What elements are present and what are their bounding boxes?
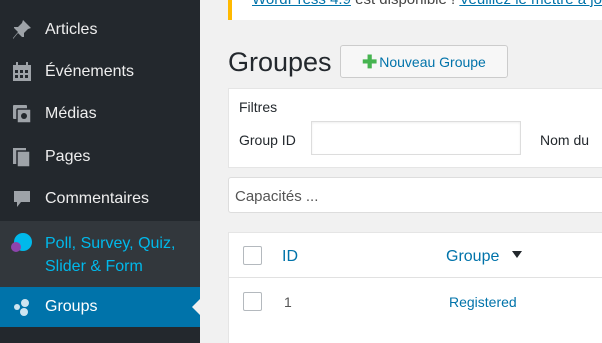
sidebar-item-label: Événements: [45, 63, 134, 80]
admin-sidebar: Articles Événements Médias Pages Comment…: [0, 0, 200, 343]
poll-survey-icon: [10, 231, 34, 255]
pushpin-icon: [10, 18, 34, 42]
filters-panel: Filtres Group ID Nom du: [228, 88, 602, 168]
column-header-group[interactable]: Groupe: [446, 248, 499, 266]
sidebar-item-label: Commentaires: [45, 190, 150, 207]
page-title: Groupes: [228, 47, 332, 77]
sidebar-item-label: Médias: [45, 105, 97, 122]
new-group-button[interactable]: ✚ Nouveau Groupe: [340, 45, 508, 78]
sort-desc-icon: [512, 251, 522, 258]
plus-icon: ✚: [362, 51, 378, 72]
comment-icon: [10, 187, 34, 211]
sidebar-item-commentaires[interactable]: Commentaires: [0, 178, 200, 220]
row-group-link[interactable]: Registered: [449, 294, 517, 310]
calendar-icon: [10, 60, 34, 84]
group-id-label: Group ID: [239, 132, 296, 148]
update-notice: WordPress 4.9 est disponible ! Veuillez …: [228, 0, 602, 20]
sidebar-item-evenements[interactable]: Événements: [0, 51, 200, 93]
update-now-link[interactable]: Veuillez le mettre à jour: [459, 0, 602, 8]
capabilities-input[interactable]: Capacités ...: [228, 177, 602, 213]
sidebar-item-label: Pages: [45, 148, 91, 165]
groups-table: ID Groupe 1 Registered: [228, 232, 602, 343]
group-name-label: Nom du: [540, 132, 590, 148]
sidebar-item-articles[interactable]: Articles: [0, 9, 200, 51]
select-all-checkbox[interactable]: [243, 246, 262, 265]
table-header: ID Groupe: [229, 233, 602, 278]
new-group-label: Nouveau Groupe: [379, 53, 486, 70]
sidebar-item-medias[interactable]: Médias: [0, 93, 200, 135]
sidebar-item-poll-survey[interactable]: Poll, Survey, Quiz, Slider & Form: [0, 221, 200, 287]
update-version-link[interactable]: WordPress 4.9: [252, 0, 351, 8]
sidebar-item-label: Groups: [45, 298, 98, 315]
sidebar-item-pages[interactable]: Pages: [0, 136, 200, 178]
sidebar-item-label: Poll, Survey, Quiz, Slider & Form: [45, 235, 176, 275]
groups-icon: [10, 295, 34, 319]
media-icon: [10, 102, 34, 126]
row-checkbox[interactable]: [243, 292, 262, 311]
sidebar-item-label: Articles: [45, 21, 98, 38]
sidebar-item-groups[interactable]: Groups: [0, 287, 200, 327]
column-header-id[interactable]: ID: [282, 248, 298, 266]
group-id-input[interactable]: [311, 121, 521, 155]
pages-icon: [10, 145, 34, 169]
filters-title: Filtres: [239, 99, 278, 115]
row-id: 1: [284, 294, 292, 310]
